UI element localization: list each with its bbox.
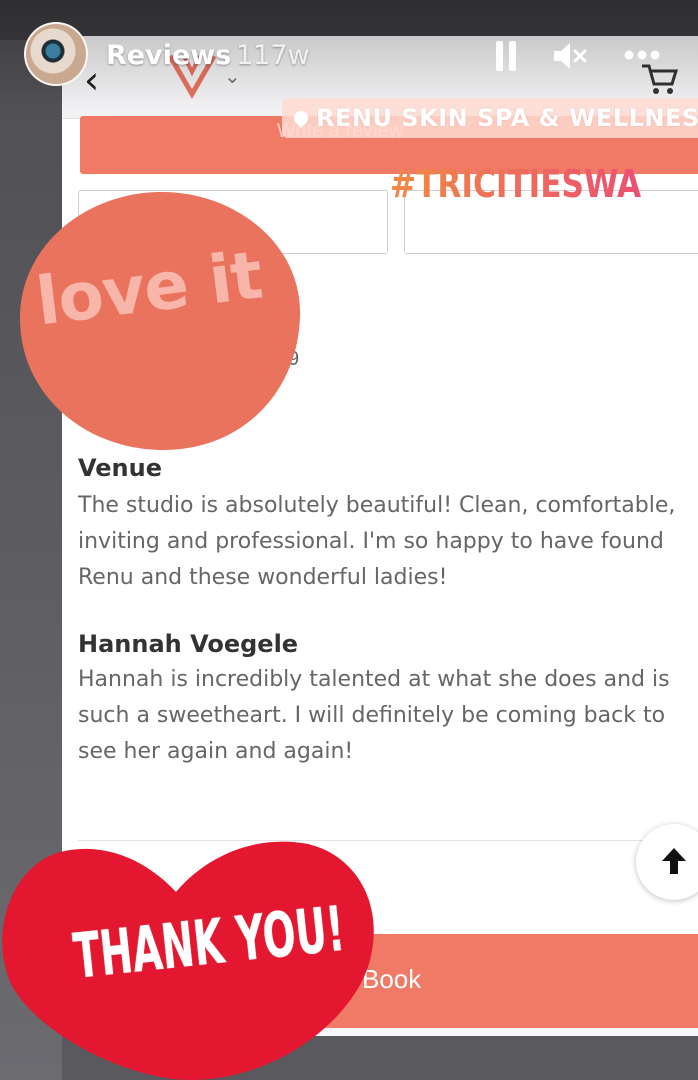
scroll-to-top-button[interactable] bbox=[636, 824, 698, 900]
hashtag-sticker[interactable]: #TRICITIESWA bbox=[390, 162, 641, 206]
speaker-muted-icon[interactable] bbox=[552, 40, 588, 72]
story-title[interactable]: Reviews bbox=[106, 40, 231, 71]
location-label: RENU SKIN SPA & WELLNESS bbox=[316, 104, 698, 132]
story-age: 117w bbox=[236, 40, 310, 71]
pause-icon[interactable] bbox=[494, 40, 518, 72]
location-pin-icon bbox=[291, 108, 311, 128]
section-body-venue: The studio is absolutely beautiful! Clea… bbox=[78, 493, 676, 590]
section-title-venue: Venue bbox=[78, 454, 162, 482]
ellipsis-icon[interactable] bbox=[624, 48, 660, 62]
location-sticker[interactable]: RENU SKIN SPA & WELLNESS bbox=[282, 98, 698, 138]
section-title-staff: Hannah Voegele bbox=[78, 630, 299, 658]
story-header bbox=[0, 0, 698, 110]
arrow-up-icon bbox=[662, 848, 686, 874]
section-body-staff: Hannah is incredibly talented at what sh… bbox=[78, 667, 670, 764]
avatar[interactable] bbox=[24, 22, 88, 86]
